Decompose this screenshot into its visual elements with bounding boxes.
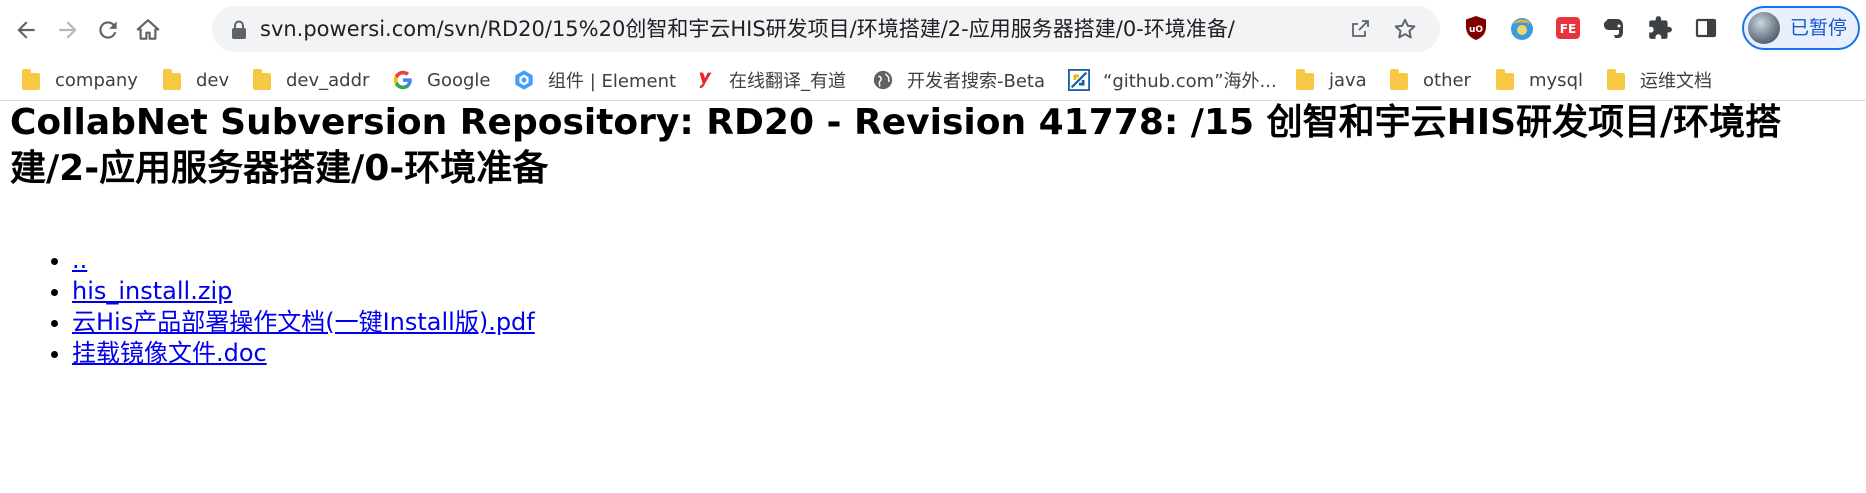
bookmark-other[interactable]: other (1388, 60, 1471, 100)
share-icon[interactable] (1348, 17, 1372, 41)
folder-icon (1605, 69, 1627, 91)
url-text[interactable]: svn.powersi.com/svn/RD20/15%20创智和宇云HIS研发… (260, 6, 1235, 52)
page-title: CollabNet Subversion Repository: RD20 - … (10, 102, 1782, 189)
github-mirror-icon (1068, 69, 1090, 91)
bookmark-youdao[interactable]: 在线翻译_有道 (694, 60, 846, 100)
bookmark-label: 运维文档 (1640, 71, 1712, 92)
bookmark-dev-addr[interactable]: dev_addr (251, 60, 369, 100)
back-button[interactable] (6, 10, 46, 50)
bookmark-label: dev (196, 69, 230, 91)
profile-status-label: 已暂停 (1790, 17, 1848, 39)
bookmark-label: other (1423, 69, 1471, 91)
bookmark-label: dev_addr (286, 69, 370, 91)
bookmark-label: Google (427, 69, 491, 91)
folder-icon (1388, 69, 1410, 91)
lock-icon (232, 20, 246, 39)
home-button[interactable] (128, 10, 168, 50)
bookmark-element[interactable]: 组件 | Element (513, 60, 676, 100)
file-link-his-install[interactable]: his_install.zip (72, 277, 232, 305)
file-link-mount-image-doc[interactable]: 挂载镜像文件.doc (72, 339, 267, 367)
bookmark-label: 在线翻译_有道 (729, 71, 846, 92)
list-item: 云His产品部署操作文档(一键Install版).pdf (72, 307, 535, 338)
list-item: 挂载镜像文件.doc (72, 338, 535, 369)
bookmark-company[interactable]: company (20, 60, 138, 100)
profile-button[interactable]: 已暂停 (1742, 6, 1860, 50)
bookmark-label: “github.com”海外... (1103, 71, 1277, 92)
folder-icon (1494, 69, 1516, 91)
avatar (1748, 12, 1780, 44)
folder-icon (251, 69, 273, 91)
youdao-icon (694, 69, 716, 91)
address-bar[interactable]: svn.powersi.com/svn/RD20/15%20创智和宇云HIS研发… (212, 6, 1440, 52)
list-item: his_install.zip (72, 276, 535, 307)
parent-directory-link[interactable]: .. (72, 246, 87, 274)
bookmark-java[interactable]: java (1294, 60, 1367, 100)
arrow-left-icon (17, 21, 35, 39)
folder-icon (20, 69, 42, 91)
evernote-icon[interactable] (1600, 14, 1628, 42)
bookmark-label: mysql (1529, 69, 1583, 91)
bookmark-label: java (1329, 69, 1367, 91)
file-link-deploy-doc[interactable]: 云His产品部署操作文档(一键Install版).pdf (72, 308, 535, 336)
puzzle-extensions-icon[interactable] (1646, 14, 1674, 42)
bookmark-label: 组件 | Element (548, 71, 677, 92)
bookmark-mysql[interactable]: mysql (1494, 60, 1583, 100)
bookmark-ops-docs[interactable]: 运维文档 (1605, 60, 1712, 100)
forward-button[interactable] (48, 10, 88, 50)
bookmarks-bar: company dev dev_addr Google 组件 | Element… (0, 60, 1866, 101)
ublock-shield-icon[interactable]: uO (1462, 14, 1490, 42)
bookmark-dev-search[interactable]: 开发者搜索-Beta (872, 60, 1045, 100)
ball-extension-icon[interactable] (1508, 14, 1536, 42)
arrow-right-icon (59, 21, 77, 39)
home-icon (136, 19, 160, 40)
element-icon (513, 69, 535, 91)
svg-text:FE: FE (1560, 22, 1576, 36)
folder-icon (1294, 69, 1316, 91)
bookmark-label: 开发者搜索-Beta (907, 71, 1046, 92)
bookmark-dev[interactable]: dev (161, 60, 229, 100)
bookmark-google[interactable]: Google (392, 60, 490, 100)
reload-icon (99, 21, 117, 39)
bookmark-github-mirror[interactable]: “github.com”海外... (1068, 60, 1277, 100)
folder-icon (161, 69, 183, 91)
bookmark-label: company (55, 69, 138, 91)
google-icon (392, 69, 414, 91)
list-item: .. (72, 245, 535, 276)
globe-icon (872, 69, 894, 91)
svg-text:uO: uO (1469, 25, 1483, 35)
browser-toolbar: svn.powersi.com/svn/RD20/15%20创智和宇云HIS研发… (0, 0, 1866, 60)
fe-helper-icon[interactable]: FE (1554, 14, 1582, 42)
reload-button[interactable] (88, 10, 128, 50)
star-icon[interactable] (1392, 16, 1418, 42)
side-panel-icon[interactable] (1692, 14, 1720, 42)
file-list: .. his_install.zip 云His产品部署操作文档(一键Instal… (24, 245, 535, 369)
